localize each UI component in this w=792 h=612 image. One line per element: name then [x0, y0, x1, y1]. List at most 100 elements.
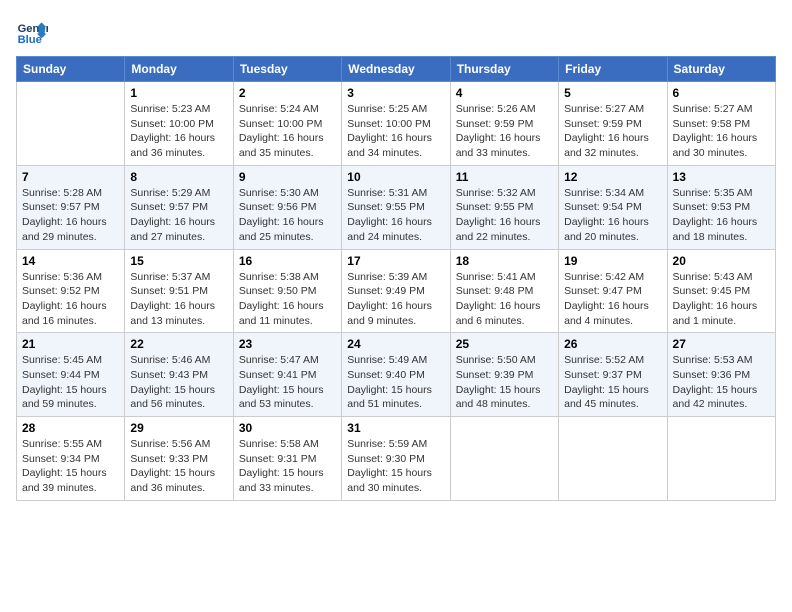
day-info: Sunrise: 5:50 AM Sunset: 9:39 PM Dayligh…: [456, 353, 553, 412]
day-number: 30: [239, 421, 336, 435]
calendar-cell: [17, 82, 125, 166]
calendar-cell: [450, 417, 558, 501]
calendar-cell: 20Sunrise: 5:43 AM Sunset: 9:45 PM Dayli…: [667, 249, 775, 333]
column-header-sunday: Sunday: [17, 57, 125, 82]
calendar-cell: 26 Sunrise: 5:52 AM Sunset: 9:37 PM Dayli…: [559, 333, 667, 417]
day-number: 31: [347, 421, 444, 435]
day-number: 2: [239, 86, 336, 100]
day-info: Sunrise: 5:52 AM Sunset: 9:37 PM Dayligh…: [564, 353, 661, 412]
day-info: Sunrise: 5:41 AM Sunset: 9:48 PM Dayligh…: [456, 270, 553, 329]
day-number: 17: [347, 254, 444, 268]
svg-text:Blue: Blue: [18, 34, 42, 46]
column-header-saturday: Saturday: [667, 57, 775, 82]
day-number: 13: [673, 170, 770, 184]
page-header: General Blue: [16, 16, 776, 48]
day-info: Sunrise: 5:58 AM Sunset: 9:31 PM Dayligh…: [239, 437, 336, 496]
calendar-cell: 22 Sunrise: 5:46 AM Sunset: 9:43 PM Dayli…: [125, 333, 233, 417]
calendar-cell: 21 Sunrise: 5:45 AM Sunset: 9:44 PM Dayli…: [17, 333, 125, 417]
calendar-cell: [559, 417, 667, 501]
day-info: Sunrise: 5:56 AM Sunset: 9:33 PM Dayligh…: [130, 437, 227, 496]
day-number: 3: [347, 86, 444, 100]
calendar-cell: 23 Sunrise: 5:47 AM Sunset: 9:41 PM Dayli…: [233, 333, 341, 417]
calendar-cell: 9 Sunrise: 5:30 AM Sunset: 9:56 PM Daylig…: [233, 165, 341, 249]
day-number: 12: [564, 170, 661, 184]
day-info: Sunrise: 5:26 AM Sunset: 9:59 PM Dayligh…: [456, 102, 553, 161]
calendar-cell: 13 Sunrise: 5:35 AM Sunset: 9:53 PM Dayli…: [667, 165, 775, 249]
day-info: Sunrise: 5:46 AM Sunset: 9:43 PM Dayligh…: [130, 353, 227, 412]
day-info: Sunrise: 5:59 AM Sunset: 9:30 PM Dayligh…: [347, 437, 444, 496]
day-info: Sunrise: 5:39 AM Sunset: 9:49 PM Dayligh…: [347, 270, 444, 329]
column-header-friday: Friday: [559, 57, 667, 82]
day-info: Sunrise: 5:32 AM Sunset: 9:55 PM Dayligh…: [456, 186, 553, 245]
day-number: 8: [130, 170, 227, 184]
calendar-cell: 2Sunrise: 5:24 AM Sunset: 10:00 PM Dayli…: [233, 82, 341, 166]
day-info: Sunrise: 5:30 AM Sunset: 9:56 PM Dayligh…: [239, 186, 336, 245]
day-number: 22: [130, 337, 227, 351]
day-number: 27: [673, 337, 770, 351]
day-number: 19: [564, 254, 661, 268]
calendar-cell: 7 Sunrise: 5:28 AM Sunset: 9:57 PM Daylig…: [17, 165, 125, 249]
day-number: 9: [239, 170, 336, 184]
calendar-cell: 18Sunrise: 5:41 AM Sunset: 9:48 PM Dayli…: [450, 249, 558, 333]
day-number: 29: [130, 421, 227, 435]
day-info: Sunrise: 5:38 AM Sunset: 9:50 PM Dayligh…: [239, 270, 336, 329]
day-number: 24: [347, 337, 444, 351]
calendar-cell: 27Sunrise: 5:53 AM Sunset: 9:36 PM Dayli…: [667, 333, 775, 417]
day-info: Sunrise: 5:31 AM Sunset: 9:55 PM Dayligh…: [347, 186, 444, 245]
calendar-cell: 14 Sunrise: 5:36 AM Sunset: 9:52 PM Dayli…: [17, 249, 125, 333]
day-info: Sunrise: 5:37 AM Sunset: 9:51 PM Dayligh…: [130, 270, 227, 329]
calendar-cell: 25 Sunrise: 5:50 AM Sunset: 9:39 PM Dayli…: [450, 333, 558, 417]
day-number: 10: [347, 170, 444, 184]
calendar-week-row: 28 Sunrise: 5:55 AM Sunset: 9:34 PM Dayli…: [17, 417, 776, 501]
day-number: 23: [239, 337, 336, 351]
day-info: Sunrise: 5:36 AM Sunset: 9:52 PM Dayligh…: [22, 270, 119, 329]
calendar-cell: [667, 417, 775, 501]
day-number: 5: [564, 86, 661, 100]
day-number: 21: [22, 337, 119, 351]
calendar-cell: 28 Sunrise: 5:55 AM Sunset: 9:34 PM Dayli…: [17, 417, 125, 501]
day-number: 25: [456, 337, 553, 351]
calendar-cell: 19Sunrise: 5:42 AM Sunset: 9:47 PM Dayli…: [559, 249, 667, 333]
column-header-monday: Monday: [125, 57, 233, 82]
calendar-cell: 3Sunrise: 5:25 AM Sunset: 10:00 PM Dayli…: [342, 82, 450, 166]
column-header-tuesday: Tuesday: [233, 57, 341, 82]
day-number: 28: [22, 421, 119, 435]
day-info: Sunrise: 5:55 AM Sunset: 9:34 PM Dayligh…: [22, 437, 119, 496]
calendar-cell: 6 Sunrise: 5:27 AM Sunset: 9:58 PM Daylig…: [667, 82, 775, 166]
calendar-cell: 30 Sunrise: 5:58 AM Sunset: 9:31 PM Dayli…: [233, 417, 341, 501]
calendar-cell: 1Sunrise: 5:23 AM Sunset: 10:00 PM Dayli…: [125, 82, 233, 166]
column-header-thursday: Thursday: [450, 57, 558, 82]
day-info: Sunrise: 5:49 AM Sunset: 9:40 PM Dayligh…: [347, 353, 444, 412]
day-number: 4: [456, 86, 553, 100]
calendar-cell: 11 Sunrise: 5:32 AM Sunset: 9:55 PM Dayli…: [450, 165, 558, 249]
day-number: 26: [564, 337, 661, 351]
day-number: 11: [456, 170, 553, 184]
calendar-cell: 17 Sunrise: 5:39 AM Sunset: 9:49 PM Dayli…: [342, 249, 450, 333]
day-number: 6: [673, 86, 770, 100]
calendar-table: SundayMondayTuesdayWednesdayThursdayFrid…: [16, 56, 776, 501]
day-info: Sunrise: 5:23 AM Sunset: 10:00 PM Daylig…: [130, 102, 227, 161]
day-info: Sunrise: 5:28 AM Sunset: 9:57 PM Dayligh…: [22, 186, 119, 245]
calendar-cell: 15 Sunrise: 5:37 AM Sunset: 9:51 PM Dayli…: [125, 249, 233, 333]
day-number: 16: [239, 254, 336, 268]
calendar-cell: 16 Sunrise: 5:38 AM Sunset: 9:50 PM Dayli…: [233, 249, 341, 333]
day-info: Sunrise: 5:45 AM Sunset: 9:44 PM Dayligh…: [22, 353, 119, 412]
column-header-wednesday: Wednesday: [342, 57, 450, 82]
day-info: Sunrise: 5:29 AM Sunset: 9:57 PM Dayligh…: [130, 186, 227, 245]
calendar-week-row: 14 Sunrise: 5:36 AM Sunset: 9:52 PM Dayli…: [17, 249, 776, 333]
calendar-cell: 29 Sunrise: 5:56 AM Sunset: 9:33 PM Dayli…: [125, 417, 233, 501]
day-number: 15: [130, 254, 227, 268]
day-number: 20: [673, 254, 770, 268]
calendar-week-row: 21 Sunrise: 5:45 AM Sunset: 9:44 PM Dayli…: [17, 333, 776, 417]
day-info: Sunrise: 5:27 AM Sunset: 9:58 PM Dayligh…: [673, 102, 770, 161]
calendar-cell: 12Sunrise: 5:34 AM Sunset: 9:54 PM Dayli…: [559, 165, 667, 249]
day-info: Sunrise: 5:35 AM Sunset: 9:53 PM Dayligh…: [673, 186, 770, 245]
logo: General Blue: [16, 16, 52, 48]
calendar-cell: 5Sunrise: 5:27 AM Sunset: 9:59 PM Daylig…: [559, 82, 667, 166]
calendar-cell: 4 Sunrise: 5:26 AM Sunset: 9:59 PM Daylig…: [450, 82, 558, 166]
calendar-week-row: 7 Sunrise: 5:28 AM Sunset: 9:57 PM Daylig…: [17, 165, 776, 249]
day-info: Sunrise: 5:47 AM Sunset: 9:41 PM Dayligh…: [239, 353, 336, 412]
day-number: 7: [22, 170, 119, 184]
calendar-cell: 24 Sunrise: 5:49 AM Sunset: 9:40 PM Dayli…: [342, 333, 450, 417]
day-number: 14: [22, 254, 119, 268]
